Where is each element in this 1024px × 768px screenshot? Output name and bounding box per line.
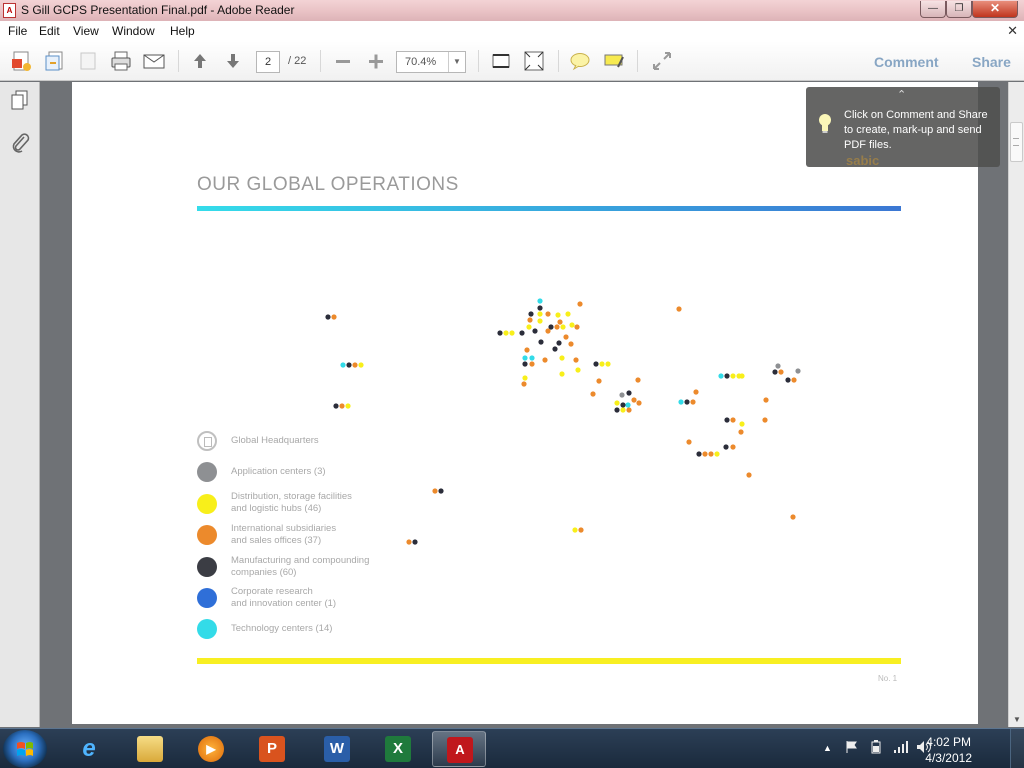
zoom-in-icon[interactable] xyxy=(364,49,388,73)
legend-label: Manufacturing and compounding companies … xyxy=(231,555,370,578)
navigation-pane xyxy=(0,82,40,727)
taskbar-excel[interactable]: X xyxy=(371,731,425,767)
clock-time: 4:02 PM xyxy=(926,735,971,749)
fit-width-icon[interactable] xyxy=(489,49,513,73)
footer-rule xyxy=(197,658,901,664)
show-desktop-button[interactable] xyxy=(1010,729,1024,768)
toolbar-separator xyxy=(558,50,559,72)
save-icon[interactable] xyxy=(76,49,100,73)
taskbar-adobe-reader[interactable]: A xyxy=(432,731,486,767)
word-icon: W xyxy=(324,736,350,762)
legend-swatch-cyan xyxy=(197,619,217,639)
taskbar-media-player[interactable]: ▶ xyxy=(184,731,238,767)
taskbar-file-explorer[interactable] xyxy=(123,731,177,767)
page-thumbnails-icon[interactable] xyxy=(9,89,31,111)
share-pane-button[interactable]: Share xyxy=(972,54,1011,70)
comment-pane-button[interactable]: Comment xyxy=(874,54,939,70)
page-total: / 22 xyxy=(288,55,307,67)
windows-logo-icon xyxy=(17,742,33,756)
media-player-icon: ▶ xyxy=(198,736,224,762)
fit-page-icon[interactable] xyxy=(522,49,546,73)
legend-swatch-gray xyxy=(197,462,217,482)
window-title: S Gill GCPS Presentation Final.pdf - Ado… xyxy=(21,3,295,17)
highlight-text-icon[interactable] xyxy=(602,49,626,73)
next-page-icon[interactable] xyxy=(221,49,245,73)
excel-icon: X xyxy=(385,736,411,762)
network-signal-icon[interactable] xyxy=(893,740,909,754)
legend-label: Corporate research and innovation center… xyxy=(231,586,337,609)
page-number-label: No. 1 xyxy=(878,674,898,683)
zoom-out-icon[interactable] xyxy=(331,49,355,73)
create-pdf-icon[interactable] xyxy=(9,49,33,73)
close-button[interactable]: ✕ xyxy=(972,1,1018,18)
power-battery-icon[interactable] xyxy=(869,740,883,754)
document-viewport[interactable]: OUR GLOBAL OPERATIONS Global Headquarter… xyxy=(41,82,1008,727)
email-icon[interactable] xyxy=(142,49,166,73)
scrollbar-grip-icon xyxy=(1013,138,1019,146)
menu-file[interactable]: File xyxy=(8,24,27,38)
taskbar-internet-explorer[interactable]: e xyxy=(62,731,116,767)
headquarters-icon xyxy=(197,431,217,451)
adobe-reader-taskbar-icon: A xyxy=(447,737,473,763)
start-button[interactable] xyxy=(3,730,47,768)
menu-help[interactable]: Help xyxy=(170,24,195,38)
sabic-logo: sabic xyxy=(846,153,880,168)
zoom-value: 70.4% xyxy=(405,56,437,68)
collapse-caret-icon[interactable]: ⌃ xyxy=(897,88,906,101)
previous-page-icon[interactable] xyxy=(188,49,212,73)
toolbar-separator xyxy=(178,50,179,72)
read-mode-icon[interactable] xyxy=(650,49,674,73)
legend-label: Global Headquarters xyxy=(231,435,319,446)
internet-explorer-icon: e xyxy=(82,735,96,762)
toolbar-separator xyxy=(478,50,479,72)
menu-window[interactable]: Window xyxy=(112,24,155,38)
document-close-button[interactable]: ✕ xyxy=(1007,23,1018,39)
folder-icon xyxy=(137,736,163,762)
taskbar-word[interactable]: W xyxy=(310,731,364,767)
legend-swatch-dark xyxy=(197,557,217,577)
chevron-down-icon[interactable]: ▼ xyxy=(448,52,465,72)
legend-swatch-blue xyxy=(197,588,217,608)
legend-label: International subsidiaries and sales off… xyxy=(231,523,337,546)
legend-label: Application centers (3) xyxy=(231,466,326,477)
tooltip-message: Click on Comment and Share to create, ma… xyxy=(844,109,988,151)
adobe-reader-icon: A xyxy=(3,3,16,18)
toolbar-separator xyxy=(637,50,638,72)
comment-share-tooltip[interactable]: ⌃ Click on Comment and Share to create, … xyxy=(806,87,1000,168)
vertical-scrollbar[interactable]: ▼ xyxy=(1008,82,1024,727)
legend-label: Distribution, storage facilities and log… xyxy=(231,491,352,514)
title-bar: A S Gill GCPS Presentation Final.pdf - A… xyxy=(0,0,1024,21)
minimize-button[interactable]: — xyxy=(920,1,946,18)
menu-edit[interactable]: Edit xyxy=(39,24,60,38)
windows-taskbar: e ▶ P W X A ▲ 4:02 PM 4/3/2012 xyxy=(0,728,1024,768)
sticky-note-icon[interactable] xyxy=(568,49,592,73)
page-number-input[interactable]: 2 xyxy=(256,51,280,73)
legend-label: Technology centers (14) xyxy=(231,623,333,634)
toolbar: 2 / 22 70.4% ▼ Comment Share xyxy=(0,41,1024,81)
menu-bar: File Edit View Window Help ✕ xyxy=(0,21,1024,41)
zoom-select[interactable]: 70.4% ▼ xyxy=(396,51,466,73)
toolbar-separator xyxy=(320,50,321,72)
attachments-icon[interactable] xyxy=(9,132,31,154)
taskbar-powerpoint[interactable]: P xyxy=(245,731,299,767)
maximize-button[interactable]: ❐ xyxy=(946,1,972,18)
legend-swatch-yellow xyxy=(197,494,217,514)
combine-files-icon[interactable] xyxy=(43,49,67,73)
pdf-page: OUR GLOBAL OPERATIONS Global Headquarter… xyxy=(72,82,978,724)
print-icon[interactable] xyxy=(109,49,133,73)
lightbulb-icon xyxy=(819,114,831,133)
action-center-flag-icon[interactable] xyxy=(845,740,859,754)
clock-date: 4/3/2012 xyxy=(925,751,972,765)
powerpoint-icon: P xyxy=(259,736,285,762)
system-clock[interactable]: 4:02 PM 4/3/2012 xyxy=(925,734,972,766)
menu-view[interactable]: View xyxy=(73,24,99,38)
legend-swatch-orange xyxy=(197,525,217,545)
show-hidden-icons-icon[interactable]: ▲ xyxy=(823,743,832,753)
scroll-down-arrow-icon[interactable]: ▼ xyxy=(1013,715,1021,724)
